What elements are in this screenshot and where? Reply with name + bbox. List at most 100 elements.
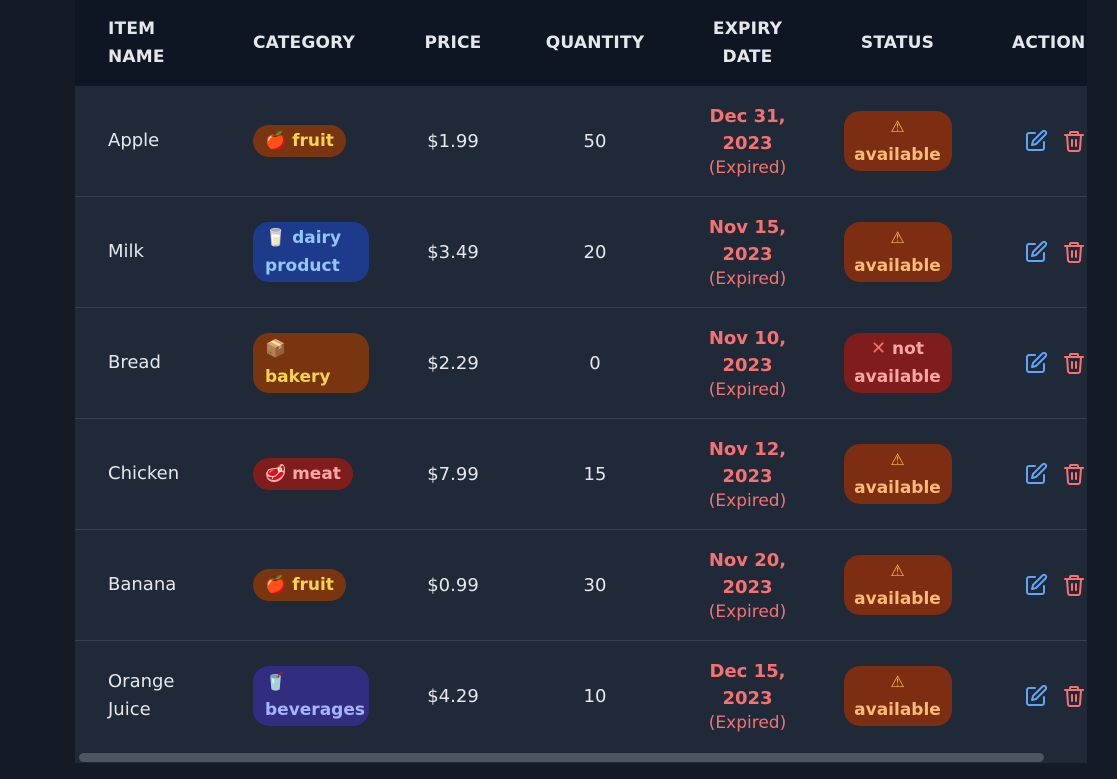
status-cell: ⚠ available bbox=[840, 86, 955, 196]
status-cell: ⚠ available bbox=[840, 530, 955, 640]
quantity: 0 bbox=[589, 352, 601, 374]
category-icon: 🥤 bbox=[265, 672, 287, 692]
edit-icon[interactable] bbox=[1023, 683, 1049, 709]
edit-icon[interactable] bbox=[1023, 461, 1049, 487]
table-row: Milk 🥛 dairy product $3.49 20 Nov 15, 20… bbox=[75, 197, 1087, 308]
action-cell bbox=[1023, 641, 1087, 751]
expiry-date: Dec 15, 2023 (Expired) bbox=[708, 661, 787, 733]
header-price: PRICE bbox=[424, 33, 482, 53]
inventory-table: ITEM NAME CATEGORY PRICE QUANTITY EXPIRY… bbox=[75, 0, 1087, 763]
trash-icon[interactable] bbox=[1061, 350, 1087, 376]
category-cell: 🍎 fruit bbox=[253, 86, 383, 196]
quantity: 30 bbox=[583, 574, 607, 596]
expired-label: (Expired) bbox=[708, 269, 787, 289]
trash-icon[interactable] bbox=[1061, 461, 1087, 487]
expiry-date: Nov 20, 2023 (Expired) bbox=[708, 550, 787, 622]
trash-icon[interactable] bbox=[1061, 572, 1087, 598]
horizontal-scrollbar[interactable] bbox=[75, 751, 1087, 763]
item-name: Milk bbox=[108, 241, 144, 262]
category-cell: 🥤 beverages bbox=[253, 641, 383, 751]
status-cell: ⚠ available bbox=[840, 197, 955, 307]
warning-icon: ⚠ bbox=[890, 450, 905, 469]
status-cell: ⚠ available bbox=[840, 641, 955, 751]
status-cell: ⚠ available bbox=[840, 419, 955, 529]
warning-icon: ⚠ bbox=[890, 672, 905, 691]
expiry-date: Nov 12, 2023 (Expired) bbox=[708, 439, 787, 511]
category-cell: 🥩 meat bbox=[253, 419, 383, 529]
item-name: Apple bbox=[108, 130, 160, 151]
category-icon: 📦 bbox=[265, 339, 287, 359]
action-cell bbox=[1023, 419, 1087, 529]
table-row: Apple 🍎 fruit $1.99 50 Dec 31, 2023 (Exp… bbox=[75, 86, 1087, 197]
expired-label: (Expired) bbox=[708, 158, 787, 178]
price: $4.29 bbox=[427, 685, 479, 707]
quantity: 10 bbox=[583, 685, 607, 707]
edit-icon[interactable] bbox=[1023, 350, 1049, 376]
status-badge: ⚠ available bbox=[843, 666, 952, 726]
category-badge: 🥤 beverages bbox=[253, 666, 369, 726]
item-name: Bread bbox=[108, 352, 161, 373]
category-badge: 🍎 fruit bbox=[253, 125, 346, 157]
warning-icon: ⚠ bbox=[890, 117, 905, 136]
category-cell: 📦 bakery bbox=[253, 308, 383, 418]
expired-label: (Expired) bbox=[708, 491, 787, 511]
category-icon: 🥩 bbox=[265, 464, 287, 484]
header-expiry-date: EXPIRY DATE bbox=[712, 19, 783, 67]
table-header: ITEM NAME CATEGORY PRICE QUANTITY EXPIRY… bbox=[75, 0, 1087, 86]
category-badge: 📦 bakery bbox=[253, 333, 369, 393]
quantity: 50 bbox=[583, 130, 607, 152]
expiry-date: Nov 15, 2023 (Expired) bbox=[708, 217, 787, 289]
category-icon: 🍎 bbox=[265, 131, 287, 151]
expired-label: (Expired) bbox=[708, 713, 787, 733]
header-quantity: QUANTITY bbox=[545, 33, 645, 53]
table-row: Orange Juice 🥤 beverages $4.29 10 Dec 15… bbox=[75, 641, 1087, 752]
edit-icon[interactable] bbox=[1023, 128, 1049, 154]
status-badge: ⚠ available bbox=[843, 555, 952, 615]
price: $7.99 bbox=[427, 463, 479, 485]
warning-icon: ⚠ bbox=[890, 561, 905, 580]
x-icon: ✕ bbox=[871, 338, 887, 359]
expired-label: (Expired) bbox=[708, 602, 787, 622]
action-cell bbox=[1023, 308, 1087, 418]
action-cell bbox=[1023, 530, 1087, 640]
edit-icon[interactable] bbox=[1023, 239, 1049, 265]
category-cell: 🥛 dairy product bbox=[253, 197, 383, 307]
header-action: ACTION bbox=[1012, 33, 1086, 53]
trash-icon[interactable] bbox=[1061, 239, 1087, 265]
item-name: Banana bbox=[108, 574, 177, 595]
header-item-name: ITEM NAME bbox=[108, 19, 165, 67]
category-badge: 🥛 dairy product bbox=[253, 222, 369, 282]
category-icon: 🍎 bbox=[265, 575, 287, 595]
price: $3.49 bbox=[427, 241, 479, 263]
status-badge: ⚠ available bbox=[843, 111, 952, 171]
expired-label: (Expired) bbox=[708, 380, 787, 400]
category-badge: 🥩 meat bbox=[253, 458, 353, 490]
edit-icon[interactable] bbox=[1023, 572, 1049, 598]
action-cell bbox=[1023, 197, 1087, 307]
expiry-date: Dec 31, 2023 (Expired) bbox=[708, 106, 787, 178]
category-icon: 🥛 bbox=[265, 228, 287, 248]
quantity: 20 bbox=[583, 241, 607, 263]
status-badge: ⚠ available bbox=[843, 222, 952, 282]
header-category: CATEGORY bbox=[253, 33, 355, 53]
expiry-date: Nov 10, 2023 (Expired) bbox=[708, 328, 787, 400]
category-badge: 🍎 fruit bbox=[253, 569, 346, 601]
category-cell: 🍎 fruit bbox=[253, 530, 383, 640]
action-cell bbox=[1023, 86, 1087, 196]
trash-icon[interactable] bbox=[1061, 128, 1087, 154]
scrollbar-thumb[interactable] bbox=[79, 753, 1044, 762]
table-row: Banana 🍎 fruit $0.99 30 Nov 20, 2023 (Ex… bbox=[75, 530, 1087, 641]
status-badge: ⚠ available bbox=[843, 444, 952, 504]
price: $0.99 bbox=[427, 574, 479, 596]
item-name: Orange Juice bbox=[108, 671, 175, 720]
warning-icon: ⚠ bbox=[890, 228, 905, 247]
quantity: 15 bbox=[583, 463, 607, 485]
price: $1.99 bbox=[427, 130, 479, 152]
table-row: Bread 📦 bakery $2.29 0 Nov 10, 2023 (Exp… bbox=[75, 308, 1087, 419]
status-cell: ✕ not available bbox=[840, 308, 955, 418]
item-name: Chicken bbox=[108, 463, 180, 484]
status-badge: ✕ not available bbox=[843, 333, 952, 393]
header-status: STATUS bbox=[860, 33, 935, 53]
trash-icon[interactable] bbox=[1061, 683, 1087, 709]
table-row: Chicken 🥩 meat $7.99 15 Nov 12, 2023 (Ex… bbox=[75, 419, 1087, 530]
